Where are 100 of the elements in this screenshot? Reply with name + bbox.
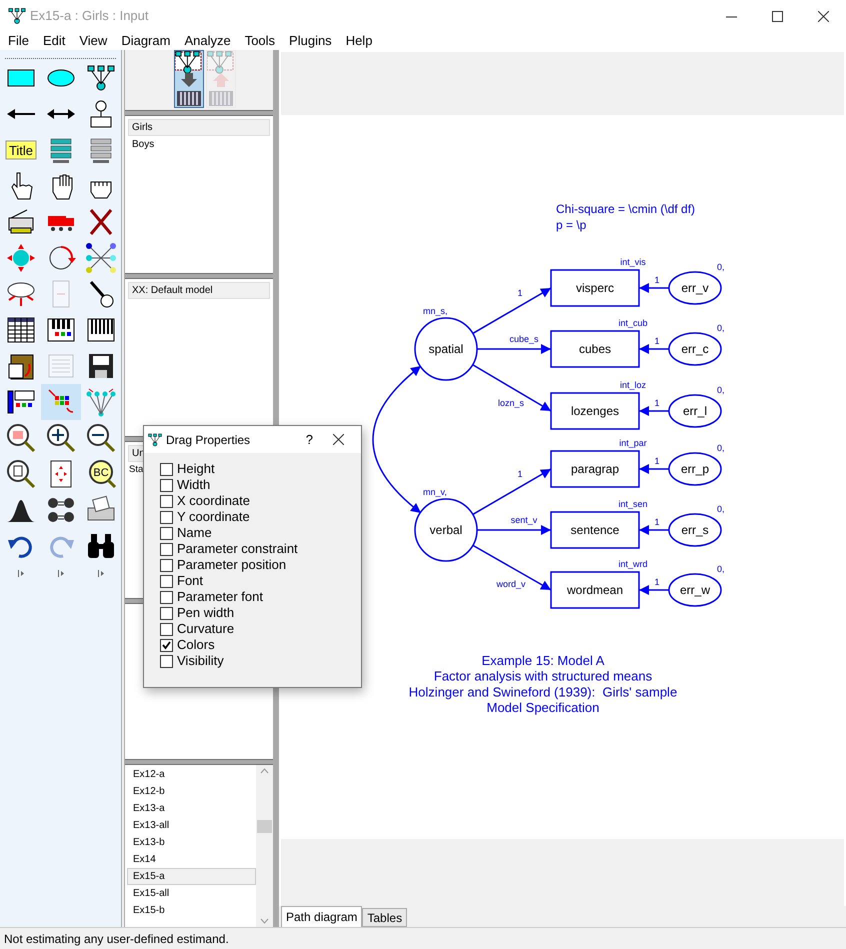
output-item[interactable]: Sta (128, 462, 144, 479)
tab[interactable]: Tables (362, 908, 408, 927)
menu-item[interactable]: Edit (36, 31, 72, 51)
menu-item[interactable]: View (72, 31, 114, 51)
error-ellipse (668, 394, 722, 428)
option-label: Pen width (177, 605, 234, 621)
caption-text: Holzinger and Swineford (1939): Girls' sample (408, 684, 678, 700)
expand-icon[interactable] (18, 570, 24, 577)
checkbox[interactable] (160, 638, 173, 652)
checkbox[interactable] (160, 606, 173, 620)
checkbox[interactable] (160, 574, 173, 588)
checkbox[interactable] (160, 494, 173, 508)
menu-item[interactable]: Tools (238, 31, 282, 51)
observed-variable-name: visperc (576, 281, 614, 295)
example-list-item[interactable]: Ex13-a (127, 800, 256, 817)
window-title: Ex15-a : Girls : Input (30, 7, 148, 26)
error-ellipse (668, 573, 722, 607)
intercept-label: int_cub (618, 318, 648, 328)
error-ellipse (668, 452, 722, 486)
example-list-item[interactable]: Ex13-all (127, 817, 256, 834)
checkbox[interactable] (160, 590, 173, 604)
checkbox[interactable] (160, 462, 173, 476)
mean-label: mn_v, (423, 487, 447, 497)
expand-icon[interactable] (98, 570, 104, 577)
group-item[interactable]: Girls (128, 119, 270, 136)
intercept-label: int_sen (618, 499, 648, 509)
error-mean-label: 0, (717, 504, 725, 514)
option-label: Width (177, 477, 210, 493)
loading-label: lozn_s (498, 398, 524, 408)
loading-label: 1 (518, 288, 522, 298)
observed-variable-name: cubes (578, 342, 612, 356)
checkbox[interactable] (160, 510, 173, 524)
diagram-header-text: Chi-square = \cmin (\df df) (556, 202, 696, 216)
error-mean-label: 0, (717, 262, 725, 272)
example-list-item[interactable]: Ex15-all (127, 885, 256, 902)
latent-variable-name: spatial (428, 342, 464, 356)
model-item[interactable]: XX: Default model (128, 282, 270, 299)
app-icon (147, 432, 163, 448)
intercept-label: int_loz (620, 380, 646, 390)
error-mean-label: 0, (717, 443, 725, 453)
example-list-item[interactable]: Ex12-a (127, 766, 256, 783)
option-label: Parameter font (177, 589, 263, 605)
mean-label: mn_s, (423, 306, 448, 316)
weight-label: 1 (654, 517, 660, 527)
error-ellipse (668, 513, 722, 547)
dialog-title: Drag Properties (166, 432, 250, 448)
view-input-icon[interactable] (174, 50, 204, 108)
weight-label: 1 (654, 456, 660, 466)
error-arrow (639, 464, 669, 474)
weight-label: 1 (654, 398, 660, 408)
latent-variable-circle (414, 317, 478, 381)
option-label: Parameter position (177, 557, 286, 573)
checkbox[interactable] (160, 478, 173, 492)
observed-variable-name: wordmean (566, 583, 624, 597)
error-name: err_s (681, 523, 709, 537)
error-name: err_c (681, 342, 709, 356)
help-button[interactable]: ? (306, 430, 313, 450)
latent-variable-name: verbal (430, 523, 462, 537)
scroll-thumb[interactable] (257, 820, 272, 833)
menu-item[interactable]: Diagram (114, 31, 178, 51)
expand-icon[interactable] (58, 570, 64, 577)
loading-label: word_v (496, 579, 526, 589)
option-label: Height (177, 461, 215, 477)
scrollbar[interactable] (256, 765, 273, 927)
example-list-item[interactable]: Ex15-b (127, 902, 256, 919)
option-label: Curvature (177, 621, 234, 637)
weight-label: 1 (654, 577, 660, 587)
error-name: err_w (680, 583, 710, 597)
error-name: err_p (681, 462, 709, 476)
checkbox[interactable] (160, 558, 173, 572)
error-ellipse (668, 271, 722, 305)
latent-variable-circle (414, 498, 478, 562)
option-label: X coordinate (177, 493, 250, 509)
option-label: Name (177, 525, 212, 541)
checkbox[interactable] (160, 526, 173, 540)
error-mean-label: 0, (717, 564, 725, 574)
loading-label: cube_s (509, 334, 539, 344)
diagram-header-text: p = \p (556, 218, 586, 232)
menu-item[interactable]: Analyze (177, 31, 238, 51)
intercept-label: int_wrd (618, 559, 648, 569)
tab[interactable]: Path diagram (281, 906, 362, 927)
close-icon[interactable] (333, 434, 344, 445)
checkbox[interactable] (160, 654, 173, 668)
menu-item[interactable]: Help (338, 31, 380, 51)
error-name: err_v (681, 281, 709, 295)
checkbox[interactable] (160, 622, 173, 636)
example-list-item[interactable]: Ex12-b (127, 783, 256, 800)
error-ellipse (668, 332, 722, 366)
intercept-label: int_par (619, 438, 647, 448)
caption-text: Model Specification (486, 700, 600, 716)
group-item[interactable]: Boys (128, 136, 270, 153)
example-list-item[interactable]: Ex13-b (127, 834, 256, 851)
menu-item[interactable]: Plugins (282, 31, 339, 51)
observed-variable-name: paragrap (570, 462, 620, 476)
checkbox[interactable] (160, 542, 173, 556)
menu-item[interactable]: File (1, 31, 36, 51)
example-list-item[interactable]: Ex15-a (127, 868, 256, 885)
loading-label: 1 (518, 469, 522, 479)
error-arrow (639, 406, 669, 416)
example-list-item[interactable]: Ex14 (127, 851, 256, 868)
